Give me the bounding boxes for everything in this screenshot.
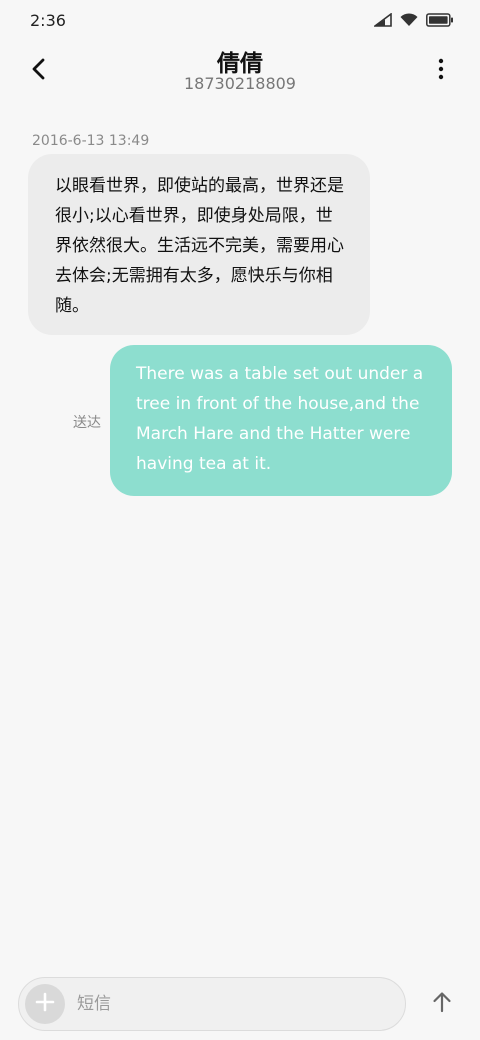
send-button[interactable] [424,986,460,1022]
status-bar: 2:36 [0,0,480,40]
conversation-header: 倩倩 18730218809 [0,40,480,110]
sent-message-bubble[interactable]: There was a table set out under a tree i… [110,345,452,496]
send-arrow-icon [432,991,452,1017]
more-vertical-icon [438,58,444,84]
plus-icon [35,992,55,1016]
status-time: 2:36 [30,11,66,30]
signal-icon [372,12,392,31]
more-options-button[interactable] [424,54,458,88]
contact-number[interactable]: 18730218809 [0,74,480,93]
received-message-bubble[interactable]: 以眼看世界，即使站的最高，世界还是很小;以心看世界，即使身处局限，世界依然很大。… [28,154,370,335]
delivery-status: 送达 [73,415,101,431]
status-icons [372,12,454,31]
contact-name[interactable]: 倩倩 [0,44,480,78]
message-composer [18,977,406,1031]
battery-icon [426,12,454,31]
wifi-icon [400,12,418,31]
add-attachment-button[interactable] [25,984,65,1024]
message-input[interactable] [77,988,377,1020]
message-date: 2016-6-13 13:49 [32,133,150,149]
